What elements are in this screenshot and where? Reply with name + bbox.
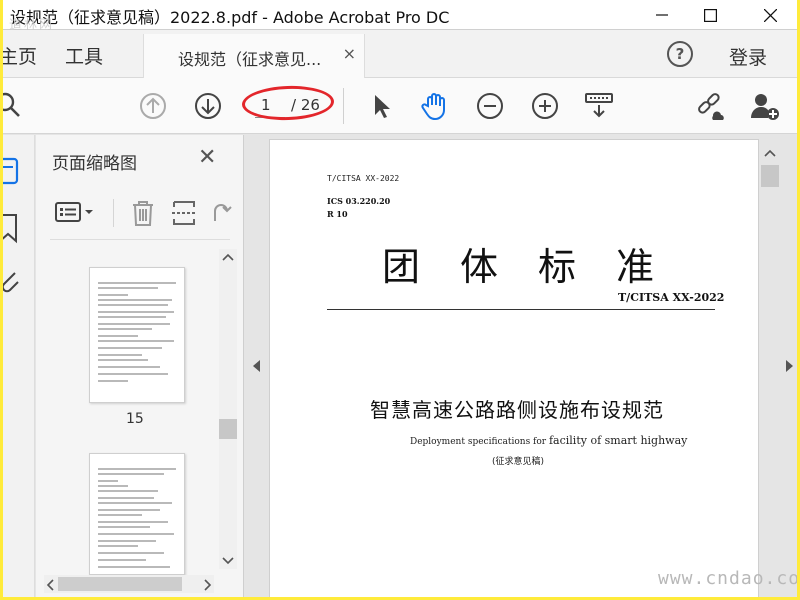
- thumbnails-vertical-scrollbar[interactable]: [219, 249, 237, 569]
- bookmark-icon[interactable]: [3, 213, 23, 245]
- page-thumbnails-panel: 页面缩略图 ✕ 15: [36, 135, 244, 597]
- window-title: 设规范（征求意见稿）2022.8.pdf - Adobe Acrobat Pro…: [10, 8, 450, 27]
- document-tab-label: 设规范（征求意见...: [178, 50, 322, 69]
- close-window-button[interactable]: [747, 0, 793, 30]
- scroll-up-icon[interactable]: [764, 149, 776, 157]
- draft-note: (征求意见稿): [492, 457, 545, 467]
- scrollbar-thumb[interactable]: [761, 165, 779, 187]
- panel-separator: [50, 239, 230, 240]
- close-icon: [763, 8, 777, 22]
- panel-title: 页面缩略图: [52, 154, 137, 174]
- login-button[interactable]: 登录: [729, 43, 767, 70]
- header-standard-code: T/CITSA XX-2022: [327, 174, 400, 183]
- acrobat-window: 设规范（征求意见稿）2022.8.pdf - Adobe Acrobat Pro…: [3, 0, 797, 597]
- scroll-down-icon[interactable]: [222, 557, 234, 565]
- extract-page-icon[interactable]: [171, 199, 197, 227]
- tab-document[interactable]: 设规范（征求意见... ×: [143, 34, 365, 78]
- zoom-out-icon[interactable]: [474, 90, 506, 122]
- english-title-small: Deployment specifications for: [410, 437, 549, 447]
- help-button[interactable]: ?: [667, 41, 693, 67]
- scroll-right-icon[interactable]: [204, 579, 212, 591]
- document-vertical-scrollbar[interactable]: [761, 147, 779, 597]
- page-thumbnails-icon[interactable]: [3, 157, 23, 187]
- add-user-icon[interactable]: [749, 90, 781, 122]
- scrollbar-thumb[interactable]: [58, 577, 182, 591]
- r-code: R 10: [327, 209, 348, 219]
- toolbar-separator: [343, 88, 344, 124]
- english-title-large: facility of smart highway: [548, 434, 688, 447]
- select-cursor-icon[interactable]: [365, 90, 397, 122]
- thumbnails-horizontal-scrollbar[interactable]: [44, 575, 214, 593]
- scroll-up-icon[interactable]: [222, 253, 234, 261]
- document-tab-close-button[interactable]: ×: [343, 44, 356, 63]
- zoom-in-icon[interactable]: [529, 90, 561, 122]
- tab-home[interactable]: 主页: [3, 42, 37, 69]
- collapse-left-panel-icon[interactable]: [251, 359, 261, 373]
- page-display-icon[interactable]: [583, 90, 615, 122]
- rotate-page-icon[interactable]: [208, 199, 234, 227]
- search-icon[interactable]: [3, 90, 27, 122]
- thumbnail-tools: [36, 189, 236, 233]
- hand-tool-icon[interactable]: [419, 90, 451, 122]
- maximize-icon: [703, 8, 717, 22]
- minimize-icon: [656, 14, 668, 16]
- document-subtitle: 智慧高速公路路侧设施布设规范: [370, 398, 664, 422]
- collapse-right-panel-icon[interactable]: [785, 359, 795, 373]
- pdf-page: T/CITSA XX-2022 ICS 03.220.20 R 10 团体标准 …: [269, 139, 759, 597]
- scrollbar-track: [219, 249, 237, 569]
- thumbnail-page-number: 15: [126, 411, 144, 427]
- previous-page-icon[interactable]: [137, 90, 169, 122]
- document-view[interactable]: T/CITSA XX-2022 ICS 03.220.20 R 10 团体标准 …: [245, 135, 797, 597]
- page-thumbnail[interactable]: [89, 267, 185, 403]
- page-thumbnail[interactable]: [89, 453, 185, 575]
- panel-close-button[interactable]: ✕: [198, 145, 216, 170]
- scrollbar-thumb[interactable]: [219, 419, 237, 439]
- tab-tools[interactable]: 工具: [65, 42, 103, 69]
- attachment-icon[interactable]: [3, 267, 23, 297]
- site-watermark-bottom: www.cndao.com: [658, 568, 797, 589]
- minimize-button[interactable]: [639, 0, 685, 30]
- tools-separator: [113, 199, 114, 227]
- share-link-icon[interactable]: [695, 90, 727, 122]
- options-menu-icon[interactable]: [54, 201, 98, 225]
- scroll-left-icon[interactable]: [46, 579, 54, 591]
- next-page-icon[interactable]: [192, 90, 224, 122]
- standard-code: T/CITSA XX-2022: [618, 291, 725, 304]
- left-navigation-strip: [3, 135, 35, 597]
- ics-code: ICS 03.220.20: [327, 196, 391, 206]
- main-title: 团体标准: [382, 245, 695, 289]
- title-bar: 设规范（征求意见稿）2022.8.pdf - Adobe Acrobat Pro…: [3, 0, 797, 33]
- header-rule: [327, 309, 715, 310]
- delete-page-icon[interactable]: [130, 199, 156, 227]
- english-title: Deployment specifications for facility o…: [410, 434, 687, 447]
- tab-bar: 主页 工具 设规范（征求意见... × ? 登录: [3, 30, 797, 78]
- main-toolbar: 1 / 26: [3, 78, 797, 134]
- maximize-button[interactable]: [687, 0, 733, 30]
